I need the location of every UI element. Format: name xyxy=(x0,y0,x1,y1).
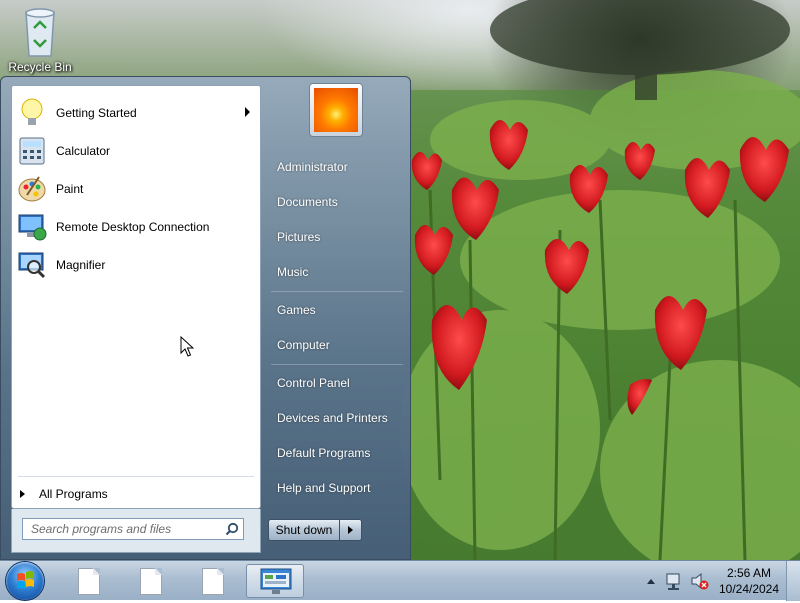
desktop-icon-recycle-bin[interactable]: Recycle Bin xyxy=(4,6,76,74)
divider xyxy=(18,476,254,477)
divider xyxy=(271,291,403,292)
chevron-right-icon xyxy=(348,526,353,534)
program-remote-desktop-connection[interactable]: Remote Desktop Connection xyxy=(12,208,260,246)
program-magnifier[interactable]: Magnifier xyxy=(12,246,260,284)
taskbar-document-1[interactable] xyxy=(62,564,116,598)
menu-item-games[interactable]: Games xyxy=(267,295,407,325)
control-panel-window-icon xyxy=(260,568,292,594)
clock-date: 10/24/2024 xyxy=(718,582,780,596)
all-programs-button[interactable]: All Programs xyxy=(12,482,260,506)
search-icon[interactable] xyxy=(225,522,239,536)
start-menu: Getting Started Calculator Paint Remote … xyxy=(0,76,411,560)
shutdown-button[interactable]: Shut down xyxy=(268,519,340,541)
menu-item-control-panel[interactable]: Control Panel xyxy=(267,368,407,398)
program-label: Paint xyxy=(56,182,84,196)
clock-time: 2:56 AM xyxy=(726,566,772,580)
menu-item-default-programs[interactable]: Default Programs xyxy=(267,438,407,468)
divider xyxy=(271,364,403,365)
windows-start-orb-icon[interactable] xyxy=(6,562,44,600)
taskbar-control-panel[interactable] xyxy=(246,564,304,598)
search-area xyxy=(11,509,261,553)
document-icon xyxy=(140,568,162,595)
calculator-icon xyxy=(16,135,48,167)
document-icon xyxy=(78,568,100,595)
search-input[interactable] xyxy=(29,521,223,537)
all-programs-label: All Programs xyxy=(39,487,108,501)
shutdown-options-button[interactable] xyxy=(340,519,362,541)
clock[interactable]: 2:56 AM 10/24/2024 xyxy=(712,565,786,597)
program-label: Remote Desktop Connection xyxy=(56,220,210,234)
recycle-bin-icon xyxy=(25,8,55,57)
menu-item-documents[interactable]: Documents xyxy=(267,187,407,217)
program-paint[interactable]: Paint xyxy=(12,170,260,208)
taskbar: 2:56 AM 10/24/2024 xyxy=(0,560,800,601)
expand-arrow-icon xyxy=(20,490,25,498)
volume-muted-icon[interactable] xyxy=(690,561,710,601)
menu-item-computer[interactable]: Computer xyxy=(267,330,407,360)
menu-item-pictures[interactable]: Pictures xyxy=(267,222,407,252)
menu-item-help-and-support[interactable]: Help and Support xyxy=(267,473,407,503)
program-label: Getting Started xyxy=(56,106,137,120)
program-label: Calculator xyxy=(56,144,111,158)
start-menu-programs-pane: Getting Started Calculator Paint Remote … xyxy=(11,85,261,509)
taskbar-document-3[interactable] xyxy=(186,564,240,598)
mouse-pointer-icon xyxy=(180,336,194,357)
search-box[interactable] xyxy=(22,518,244,540)
document-icon xyxy=(202,568,224,595)
taskbar-document-2[interactable] xyxy=(124,564,178,598)
magnifier-icon xyxy=(16,249,48,281)
program-calculator[interactable]: Calculator xyxy=(12,132,260,170)
show-hidden-icons-icon[interactable] xyxy=(644,561,658,601)
submenu-arrow-icon[interactable] xyxy=(245,107,250,117)
program-label: Magnifier xyxy=(56,258,106,272)
remote-desktop-icon xyxy=(16,211,48,243)
network-icon[interactable] xyxy=(664,561,684,601)
lightbulb-icon xyxy=(16,97,48,129)
menu-item-devices-and-printers[interactable]: Devices and Printers xyxy=(267,403,407,433)
flower-avatar-icon xyxy=(314,88,358,132)
program-getting-started[interactable]: Getting Started xyxy=(12,94,260,132)
show-desktop-button[interactable] xyxy=(786,561,800,601)
desktop-icon-label: Recycle Bin xyxy=(8,60,72,74)
menu-item-administrator[interactable]: Administrator xyxy=(267,152,407,182)
menu-item-music[interactable]: Music xyxy=(267,257,407,287)
paint-palette-icon xyxy=(16,173,48,205)
user-picture[interactable] xyxy=(309,83,363,137)
